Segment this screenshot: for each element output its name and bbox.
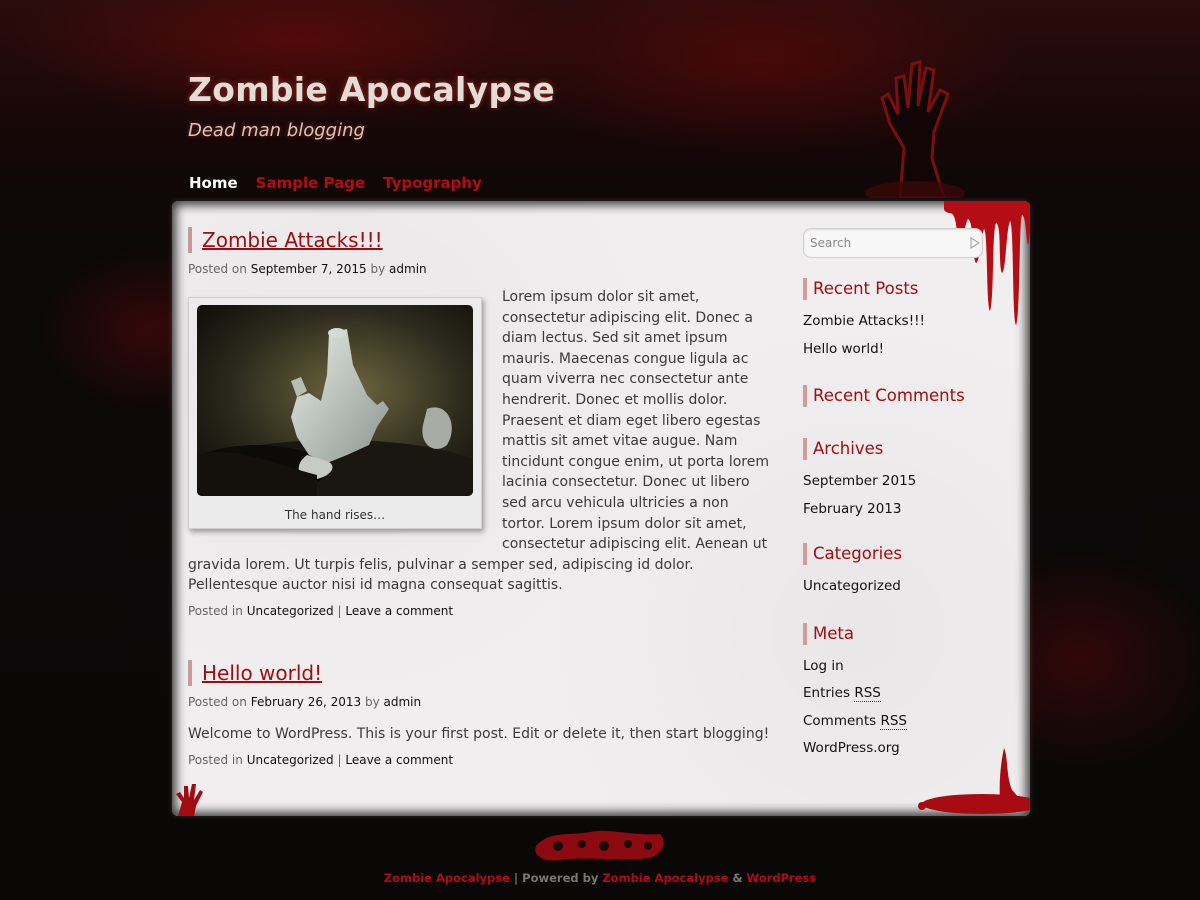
zombie-hand-image[interactable] [197, 305, 473, 496]
handprint-decoration [176, 784, 203, 816]
sidebar: Search Recent Posts Zombie Attacks!!! He… [803, 228, 993, 763]
archive-link[interactable]: February 2013 [803, 501, 901, 517]
main-navigation: Home Sample Page Typography [189, 174, 482, 192]
zombie-hand-silhouette [865, 60, 965, 198]
widget-recent-posts: Recent Posts Zombie Attacks!!! Hello wor… [803, 278, 993, 363]
rss-abbr: RSS [880, 712, 907, 730]
category-link[interactable]: Uncategorized [247, 753, 334, 767]
nav-item-home[interactable]: Home [189, 174, 238, 192]
widget-categories: Categories Uncategorized [803, 543, 993, 601]
list-item: WordPress.org [803, 735, 993, 763]
widget-title: Recent Posts [803, 278, 993, 300]
posted-on-label: Posted on [188, 262, 247, 276]
entries-rss-prefix: Entries [803, 685, 855, 701]
nav-item-typography[interactable]: Typography [383, 174, 482, 192]
post-meta: Posted on February 26, 2013 by admin [188, 694, 774, 710]
post-image-figure: The hand rises… [188, 297, 482, 529]
post-footer-meta: Posted in Uncategorized | Leave a commen… [188, 604, 774, 618]
post-hello-world: Hello world! Posted on February 26, 2013… [188, 659, 774, 767]
entries-rss-link[interactable]: Entries RSS [803, 685, 881, 702]
post-title-link[interactable]: Zombie Attacks!!! [202, 228, 383, 252]
image-caption: The hand rises… [284, 508, 386, 522]
post-title: Hello world! [188, 659, 774, 686]
list-item: Uncategorized [803, 573, 993, 601]
list-item: Log in [803, 653, 993, 681]
site-footer: Zombie Apocalypse | Powered by Zombie Ap… [0, 871, 1200, 885]
list-item: September 2015 [803, 468, 993, 496]
log-in-link[interactable]: Log in [803, 658, 844, 674]
meta-separator: | [337, 603, 342, 618]
widget-archives: Archives September 2015 February 2013 [803, 438, 993, 523]
archive-link[interactable]: September 2015 [803, 473, 916, 489]
wordpress-org-link[interactable]: WordPress.org [803, 740, 900, 756]
posted-on-label: Posted on [188, 694, 247, 709]
site-title[interactable]: Zombie Apocalypse [188, 70, 555, 109]
footer-separator: | [513, 871, 519, 885]
posts-list: Zombie Attacks!!! Posted on September 7,… [188, 227, 774, 767]
list-item: Hello world! [803, 336, 993, 364]
widget-title: Categories [803, 543, 993, 565]
list-item: Comments RSS [803, 708, 993, 736]
list-item: February 2013 [803, 496, 993, 524]
bullet-holes-decoration [535, 830, 664, 861]
widget-title: Meta [803, 622, 993, 645]
widget-title: Recent Comments [803, 385, 993, 407]
search-placeholder: Search [810, 236, 852, 250]
category-link[interactable]: Uncategorized [803, 578, 901, 594]
list-item: Zombie Attacks!!! [803, 308, 993, 336]
leave-comment-link[interactable]: Leave a comment [345, 604, 453, 618]
by-label: by [370, 262, 386, 276]
post-date-link[interactable]: February 26, 2013 [251, 695, 361, 709]
recent-post-link[interactable]: Zombie Attacks!!! [803, 313, 925, 329]
search-input[interactable]: Search [803, 228, 983, 258]
list-item: Entries RSS [803, 680, 993, 708]
comments-rss-link[interactable]: Comments RSS [803, 712, 907, 730]
footer-wordpress-link[interactable]: WordPress [747, 871, 817, 885]
rss-abbr: RSS [854, 685, 881, 702]
post-zombie-attacks: Zombie Attacks!!! Posted on September 7,… [188, 227, 774, 618]
site-description: Dead man blogging [188, 120, 365, 141]
post-entry: The hand rises… Lorem ipsum dolor sit am… [188, 277, 774, 596]
footer-site-link[interactable]: Zombie Apocalypse [384, 871, 510, 885]
widget-meta: Meta Log in Entries RSS Comments RSS Wor… [803, 622, 993, 763]
footer-powered-by: Powered by [522, 871, 599, 885]
leave-comment-link[interactable]: Leave a comment [345, 753, 453, 767]
posted-in-label: Posted in [188, 752, 243, 767]
meta-separator: | [337, 752, 342, 767]
footer-ampersand: & [732, 871, 743, 885]
search-submit-icon[interactable] [970, 237, 980, 249]
content-panel: Zombie Attacks!!! Posted on September 7,… [172, 201, 1030, 816]
post-meta: Posted on September 7, 2015 by admin [188, 261, 774, 277]
post-author-link[interactable]: admin [389, 262, 427, 276]
nav-item-sample-page[interactable]: Sample Page [256, 174, 365, 192]
recent-post-link[interactable]: Hello world! [803, 341, 884, 357]
post-title-link[interactable]: Hello world! [202, 661, 322, 685]
post-footer-meta: Posted in Uncategorized | Leave a commen… [188, 753, 774, 767]
post-title: Zombie Attacks!!! [188, 227, 774, 253]
widget-title: Archives [803, 438, 993, 460]
post-author-link[interactable]: admin [384, 695, 422, 709]
widget-recent-comments: Recent Comments [803, 385, 993, 407]
comments-rss-prefix: Comments [803, 712, 881, 729]
by-label: by [364, 694, 380, 709]
post-body: Welcome to WordPress. This is your first… [188, 725, 770, 742]
footer-theme-link[interactable]: Zombie Apocalypse [602, 871, 728, 885]
category-link[interactable]: Uncategorized [247, 604, 334, 618]
post-date-link[interactable]: September 7, 2015 [251, 262, 367, 276]
posted-in-label: Posted in [188, 603, 243, 618]
post-entry: Welcome to WordPress. This is your first… [188, 710, 774, 745]
